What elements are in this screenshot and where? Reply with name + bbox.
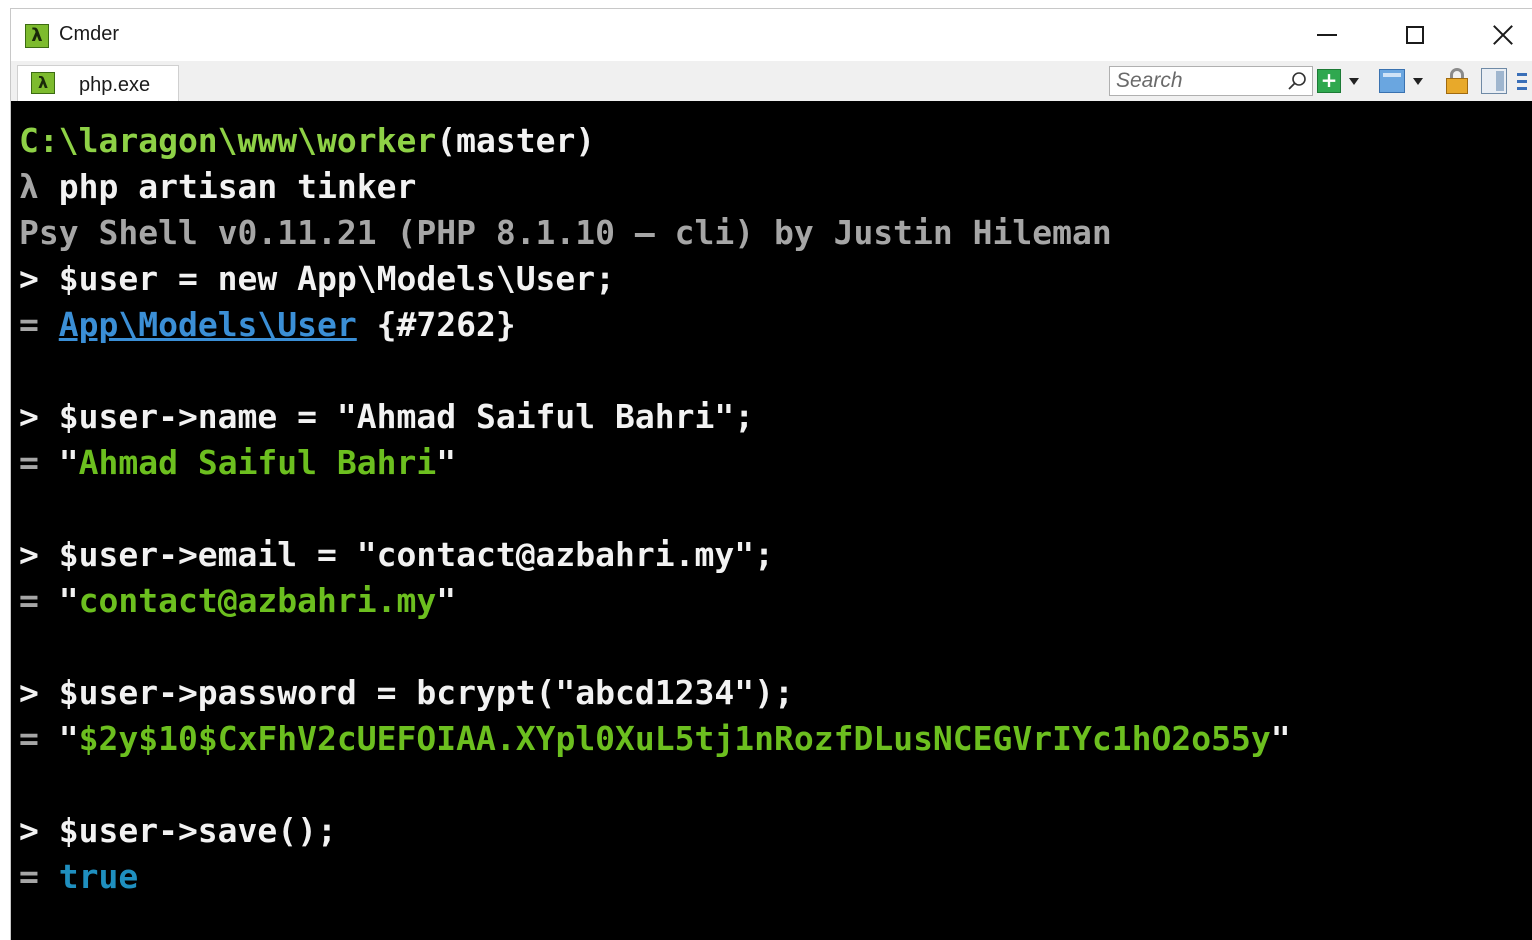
tinker-result: = "$2y$10$CxFhV2cUEFOIAA.XYpl0XuL5tj1nRo…: [19, 719, 1291, 759]
result-prefix: =: [19, 443, 59, 482]
chevron-down-icon[interactable]: [1349, 77, 1359, 85]
search-input[interactable]: [1116, 69, 1276, 93]
prompt-path: C:\laragon\www\worker: [19, 121, 437, 160]
tinker-input: > $user->name = "Ahmad Saiful Bahri";: [19, 397, 755, 436]
panel-button[interactable]: [1481, 68, 1507, 94]
minimize-button[interactable]: [1283, 9, 1371, 61]
panel-icon: [1481, 68, 1507, 94]
maximize-icon: [1406, 26, 1424, 44]
window-title: Cmder: [59, 23, 120, 45]
lambda-prompt: λ: [19, 167, 59, 206]
tinker-input: > $user->email = "contact@azbahri.my";: [19, 535, 774, 574]
tinker-result: = "Ahmad Saiful Bahri": [19, 443, 456, 483]
string-value: contact@azbahri.my: [78, 581, 437, 620]
maximize-button[interactable]: [1371, 9, 1459, 61]
tab-php-exe[interactable]: λ php.exe: [17, 65, 179, 101]
result-prefix: =: [19, 857, 59, 896]
tinker-result: = "contact@azbahri.my": [19, 581, 456, 621]
console-output[interactable]: C:\laragon\www\worker(master) λ php arti…: [11, 101, 1532, 940]
tinker-input: > $user = new App\Models\User;: [19, 259, 616, 298]
class-link[interactable]: App\Models\User: [59, 305, 357, 344]
menu-button[interactable]: [1517, 68, 1527, 94]
title-bar[interactable]: λ Cmder: [11, 9, 1532, 61]
search-box[interactable]: [1109, 66, 1313, 96]
string-value: $2y$10$CxFhV2cUEFOIAA.XYpl0XuL5tj1nRozfD…: [78, 719, 1271, 758]
lock-icon: [1445, 68, 1469, 94]
tinker-input: > $user->save();: [19, 811, 337, 850]
tinker-result: = true: [19, 857, 138, 897]
quote: ": [58, 443, 79, 482]
result-prefix: =: [19, 581, 59, 620]
result-prefix: =: [19, 305, 59, 344]
cmder-window: λ Cmder λ php.exe +: [10, 8, 1532, 940]
console-list-button[interactable]: [1379, 68, 1423, 94]
menu-icon: [1517, 71, 1527, 91]
chevron-down-icon[interactable]: [1413, 77, 1423, 85]
new-console-button[interactable]: +: [1317, 68, 1359, 94]
string-value: Ahmad Saiful Bahri: [78, 443, 437, 482]
lock-button[interactable]: [1445, 68, 1469, 94]
quote: ": [1270, 719, 1291, 758]
object-id: {#7262}: [356, 305, 516, 344]
quote: ": [58, 581, 79, 620]
boolean-value: true: [58, 857, 139, 896]
tinker-input: > $user->password = bcrypt("abcd1234");: [19, 673, 794, 712]
console-icon: [1379, 69, 1405, 93]
cmder-lambda-icon: λ: [31, 72, 55, 94]
command-text: php artisan tinker: [58, 167, 417, 206]
quote: ": [436, 443, 457, 482]
tab-label: php.exe: [79, 74, 151, 96]
search-icon[interactable]: [1286, 70, 1308, 92]
result-prefix: =: [19, 719, 59, 758]
close-button[interactable]: [1459, 9, 1532, 61]
quote: ": [436, 581, 457, 620]
tab-bar: λ php.exe +: [11, 61, 1532, 101]
prompt-branch: (master): [436, 121, 596, 160]
quote: ": [58, 719, 79, 758]
new-console-plus-icon: +: [1317, 69, 1341, 93]
minimize-icon: [1317, 34, 1337, 36]
psysh-banner: Psy Shell v0.11.21 (PHP 8.1.10 — cli) by…: [19, 213, 1112, 252]
tinker-result: = App\Models\User {#7262}: [19, 305, 516, 345]
cmder-lambda-icon: λ: [25, 24, 49, 48]
prompt-line: C:\laragon\www\worker(master): [19, 121, 595, 161]
command-line: λ php artisan tinker: [19, 167, 416, 207]
close-icon: [1492, 24, 1514, 46]
